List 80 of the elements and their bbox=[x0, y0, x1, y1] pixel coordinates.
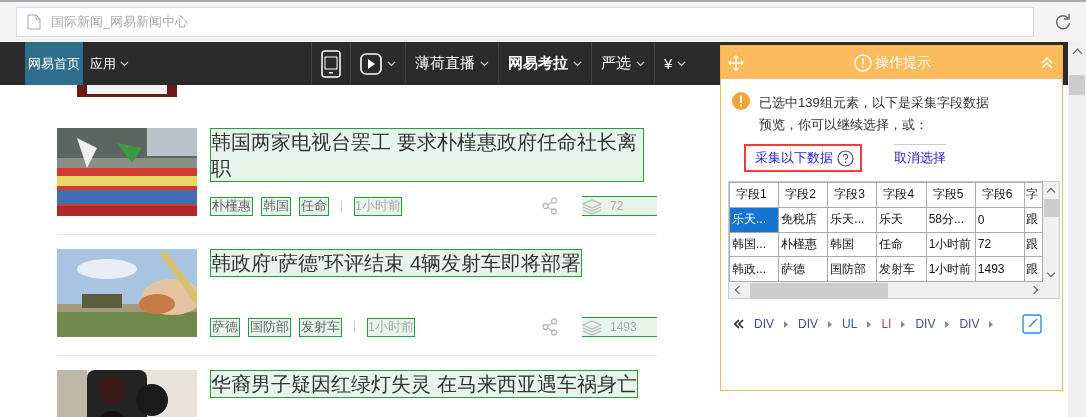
move-icon[interactable] bbox=[727, 53, 745, 72]
nav-item[interactable]: ¥ bbox=[654, 42, 696, 85]
arrow-icon bbox=[945, 320, 950, 328]
breadcrumb-link[interactable]: DIV bbox=[915, 317, 936, 331]
table-cell[interactable]: 58分... bbox=[926, 207, 976, 232]
table-cell[interactable]: 韩国... bbox=[729, 232, 779, 257]
stack-icon bbox=[582, 197, 602, 215]
nav-item[interactable]: 薄荷直播 bbox=[405, 42, 498, 85]
column-header: 字段4 bbox=[876, 182, 927, 208]
double-left-icon[interactable] bbox=[734, 319, 744, 329]
table-cell[interactable]: 乐天 bbox=[876, 207, 927, 232]
nav-item[interactable]: 网易首页 bbox=[25, 42, 83, 85]
message-text: 已选中139组元素，以下是采集字段数据预览，你可以继续选择，或： bbox=[759, 94, 990, 134]
table-cell[interactable]: 韩国 bbox=[827, 232, 877, 257]
collapse-icon[interactable] bbox=[1040, 55, 1054, 70]
table-cell[interactable]: 国防部 bbox=[827, 256, 877, 282]
article-title[interactable]: 华裔男子疑因红绿灯失灵 在马来西亚遇车祸身亡 bbox=[210, 370, 638, 398]
table-cell[interactable]: 1493 bbox=[975, 256, 1025, 282]
page-icon bbox=[27, 14, 41, 30]
tag-link[interactable]: 发射车 bbox=[299, 317, 342, 337]
breadcrumb-link[interactable]: DIV bbox=[754, 317, 774, 331]
breadcrumb-link[interactable]: DIV bbox=[959, 317, 980, 331]
table-cell[interactable]: 跟 bbox=[1024, 232, 1043, 257]
tag-link[interactable]: 萨德 bbox=[210, 317, 240, 337]
external-link-icon[interactable] bbox=[1022, 314, 1042, 334]
table-cell[interactable]: 72 bbox=[975, 232, 1025, 257]
table-cell[interactable]: 跟 bbox=[1024, 207, 1043, 232]
arrow-icon bbox=[784, 320, 788, 328]
table-cell[interactable]: 跟 bbox=[1024, 256, 1043, 282]
alert-icon bbox=[854, 53, 872, 72]
tag-link[interactable]: 国防部 bbox=[248, 317, 291, 337]
table-cell[interactable]: 乐天... bbox=[729, 207, 779, 232]
column-header: 字 bbox=[1024, 182, 1043, 208]
panel-title: 操作提示 bbox=[875, 53, 931, 72]
article-title[interactable]: 韩政府“萨德”环评结束 4辆发射车即将部署 bbox=[210, 249, 582, 277]
nav-item[interactable]: 网易考拉 bbox=[498, 42, 591, 85]
scrollbar[interactable] bbox=[1068, 42, 1086, 417]
help-icon[interactable] bbox=[837, 149, 854, 167]
stack-icon bbox=[582, 318, 602, 336]
table-cell[interactable]: 乐天... bbox=[827, 207, 877, 232]
column-header: 字段2 bbox=[778, 182, 828, 208]
phone-icon bbox=[321, 49, 341, 78]
share-icon[interactable] bbox=[542, 318, 558, 336]
page-title: 国际新闻_网易新闻中心 bbox=[51, 13, 189, 31]
table-cell[interactable]: 发射车 bbox=[876, 256, 927, 282]
arrow-icon bbox=[867, 320, 872, 328]
time-text: 1小时前 bbox=[354, 196, 402, 216]
nav-item[interactable]: 严选 bbox=[591, 42, 654, 85]
reload-icon[interactable] bbox=[1054, 13, 1072, 31]
nav-item[interactable]: 应用 bbox=[83, 42, 135, 85]
tag-link[interactable]: 任命 bbox=[299, 196, 329, 216]
table-cell[interactable]: 0 bbox=[975, 207, 1025, 232]
arrow-icon bbox=[989, 320, 994, 328]
table-cell[interactable]: 任命 bbox=[876, 232, 927, 257]
warning-icon bbox=[732, 92, 750, 110]
arrow-icon bbox=[901, 320, 906, 328]
share-icon[interactable] bbox=[542, 197, 558, 215]
table-cell[interactable]: 1小时前 bbox=[926, 232, 976, 257]
table-cell[interactable]: 1小时前 bbox=[926, 256, 976, 282]
column-header: 字段1 bbox=[729, 182, 779, 208]
table-cell[interactable]: 朴槿惠 bbox=[778, 232, 828, 257]
article-title[interactable]: 韩国两家电视台罢工 要求朴槿惠政府任命社长离职 bbox=[210, 128, 644, 182]
table-cell[interactable]: 免税店 bbox=[778, 207, 828, 232]
column-header: 字段3 bbox=[827, 182, 877, 208]
breadcrumb-link[interactable]: DIV bbox=[798, 317, 819, 331]
scrollbar[interactable] bbox=[729, 282, 1059, 298]
play-icon bbox=[360, 52, 382, 75]
breadcrumb-link[interactable]: LI bbox=[881, 317, 892, 331]
scrollbar[interactable] bbox=[1043, 182, 1059, 282]
column-header: 字段6 bbox=[975, 182, 1025, 208]
collect-link[interactable]: 采集以下数据 bbox=[755, 149, 833, 167]
table-cell[interactable]: 韩政... bbox=[729, 256, 779, 282]
breadcrumb-link[interactable]: UL bbox=[842, 317, 858, 331]
table-cell[interactable]: 萨德 bbox=[778, 256, 828, 282]
arrow-icon bbox=[828, 320, 833, 328]
time-text: 1小时前 bbox=[367, 317, 415, 337]
tag-link[interactable]: 朴槿惠 bbox=[210, 196, 253, 216]
cancel-link[interactable]: 取消选择 bbox=[894, 144, 947, 167]
tag-link[interactable]: 韩国 bbox=[261, 196, 291, 216]
column-header: 字段5 bbox=[926, 182, 976, 208]
